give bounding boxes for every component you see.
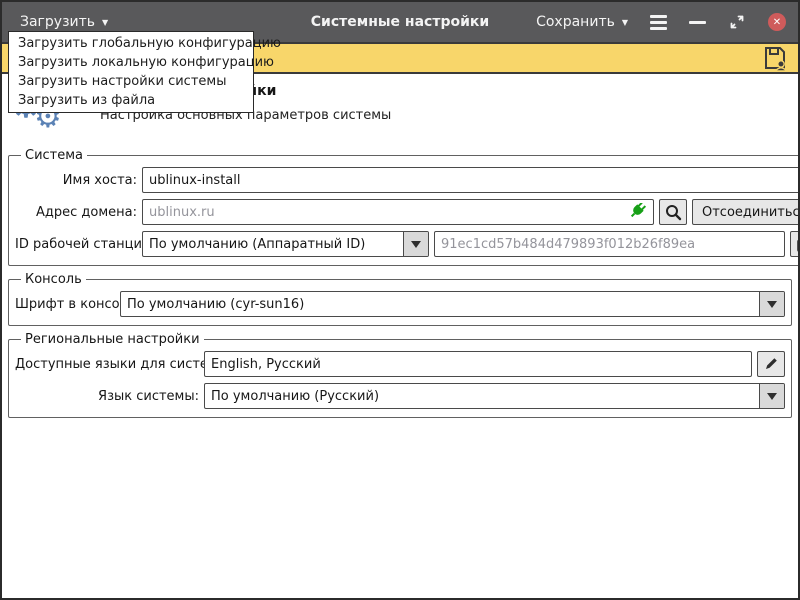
- copy-station-id-button[interactable]: [790, 231, 800, 257]
- dropdown-arrow-button[interactable]: [759, 384, 784, 408]
- languages-row: Доступные языки для системы:: [15, 351, 785, 377]
- chevron-down-icon: ▼: [622, 19, 628, 27]
- chevron-down-icon: ▼: [102, 19, 108, 27]
- console-font-row: Шрифт в консоли: По умолчанию (cyr-sun16…: [15, 291, 785, 317]
- menu-item-load-local-config[interactable]: Загрузить локальную конфигурацию: [9, 53, 253, 72]
- hostname-row: Имя хоста:: [15, 167, 800, 193]
- system-language-label: Язык системы:: [15, 389, 199, 404]
- section-regional-legend: Региональные настройки: [21, 332, 204, 347]
- menu-item-load-global-config[interactable]: Загрузить глобальную конфигурацию: [9, 34, 253, 53]
- hostname-field: [142, 167, 800, 193]
- plug-connected-icon: [627, 203, 647, 221]
- languages-input[interactable]: [211, 357, 745, 372]
- system-language-select[interactable]: По умолчанию (Русский): [204, 383, 785, 409]
- content-area: ⚙ ⚙ Системные настройки Настройка основн…: [2, 74, 798, 598]
- station-id-mode-value: По умолчанию (Аппаратный ID): [149, 237, 365, 252]
- search-icon: [664, 203, 682, 221]
- section-system: Система Имя хоста: Адрес домена:: [8, 148, 800, 266]
- hostname-input[interactable]: [149, 173, 800, 188]
- dropdown-arrow-button[interactable]: [759, 292, 784, 316]
- station-id-field: [434, 231, 785, 257]
- dropdown-arrow-button[interactable]: [403, 232, 428, 256]
- titlebar-right-controls: Сохранить ▼ ✕: [536, 2, 786, 42]
- section-console-legend: Консоль: [21, 272, 86, 287]
- domain-input[interactable]: [149, 205, 627, 220]
- console-font-select[interactable]: По умолчанию (cyr-sun16): [120, 291, 785, 317]
- save-menu-label: Сохранить: [536, 14, 615, 30]
- minimize-button[interactable]: [689, 21, 706, 24]
- load-menu-button[interactable]: Загрузить ▼: [20, 14, 108, 30]
- console-font-value: По умолчанию (cyr-sun16): [127, 297, 304, 312]
- domain-row: Адрес домена:: [15, 199, 800, 225]
- languages-label: Доступные языки для системы:: [15, 357, 199, 372]
- domain-search-button[interactable]: [659, 199, 687, 225]
- close-icon: ✕: [773, 17, 781, 28]
- hamburger-menu-icon[interactable]: [650, 15, 667, 30]
- maximize-button[interactable]: [728, 13, 746, 31]
- chevron-down-icon: [411, 241, 421, 248]
- station-id-input[interactable]: [441, 237, 778, 252]
- chevron-down-icon: [767, 393, 777, 400]
- app-window: Загрузить ▼ Системные настройки Сохранит…: [0, 0, 800, 600]
- save-menu-button[interactable]: Сохранить ▼: [536, 14, 628, 30]
- close-button[interactable]: ✕: [768, 13, 786, 31]
- domain-label: Адрес домена:: [15, 205, 137, 220]
- section-system-legend: Система: [21, 148, 87, 163]
- disconnect-button[interactable]: Отсоединиться: [692, 199, 800, 225]
- save-settings-user-button[interactable]: [762, 45, 788, 71]
- menu-item-load-system-settings[interactable]: Загрузить настройки системы: [9, 72, 253, 91]
- section-regional: Региональные настройки Доступные языки д…: [8, 332, 792, 418]
- pencil-icon: [762, 355, 780, 373]
- edit-languages-button[interactable]: [757, 351, 785, 377]
- domain-field: [142, 199, 654, 225]
- station-id-label: ID рабочей станции:: [15, 237, 137, 252]
- chevron-down-icon: [767, 301, 777, 308]
- languages-field: [204, 351, 752, 377]
- system-language-row: Язык системы: По умолчанию (Русский): [15, 383, 785, 409]
- console-font-label: Шрифт в консоли:: [15, 297, 115, 312]
- copy-icon: [795, 235, 800, 253]
- load-menu-label: Загрузить: [20, 14, 95, 30]
- system-language-value: По умолчанию (Русский): [211, 389, 379, 404]
- section-console: Консоль Шрифт в консоли: По умолчанию (c…: [8, 272, 792, 326]
- station-id-row: ID рабочей станции: По умолчанию (Аппара…: [15, 231, 800, 257]
- hostname-label: Имя хоста:: [15, 173, 137, 188]
- load-dropdown-menu: Загрузить глобальную конфигурацию Загруз…: [8, 31, 254, 113]
- station-id-mode-select[interactable]: По умолчанию (Аппаратный ID): [142, 231, 429, 257]
- menu-item-load-from-file[interactable]: Загрузить из файла: [9, 91, 253, 110]
